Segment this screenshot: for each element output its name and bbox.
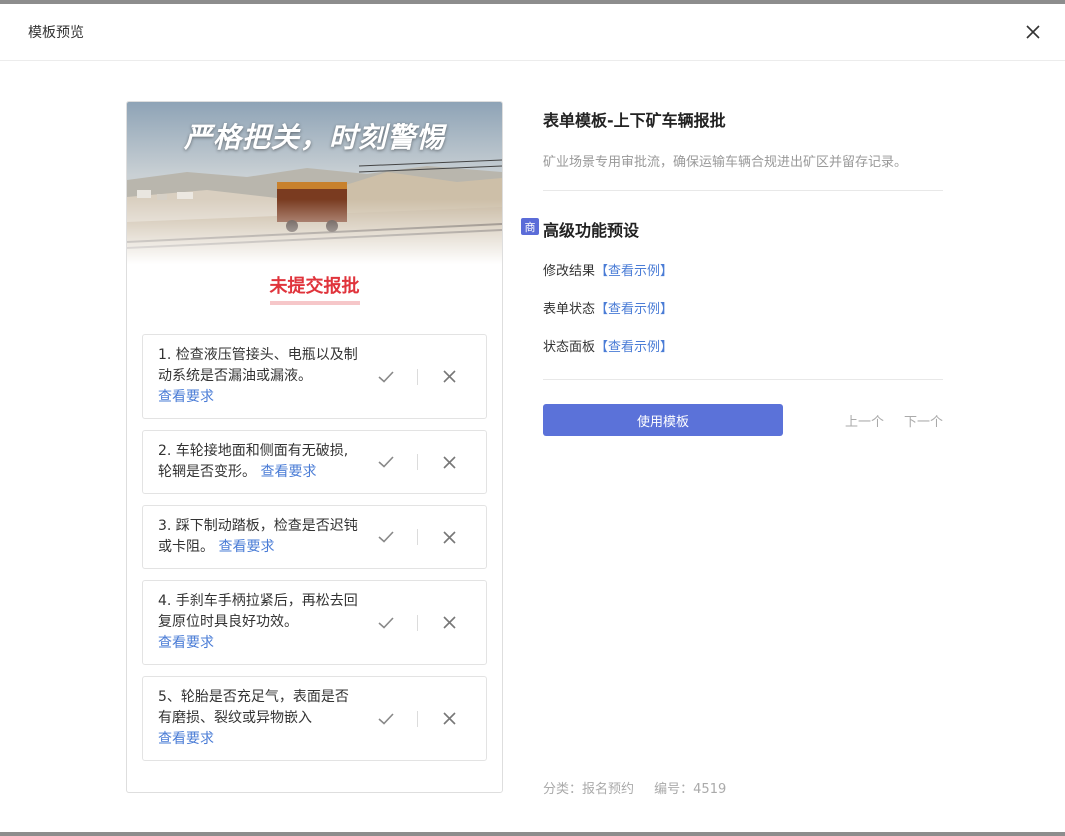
check-icon bbox=[378, 456, 394, 468]
check-icon bbox=[378, 370, 394, 383]
approve-button[interactable] bbox=[375, 526, 397, 548]
template-number: 编号：4519 bbox=[654, 782, 727, 797]
feature-form-status: 表单状态【查看示例】 bbox=[543, 298, 943, 317]
business-badge: 商 bbox=[521, 218, 539, 235]
reject-button[interactable] bbox=[438, 526, 460, 548]
close-icon bbox=[442, 712, 456, 725]
approve-button[interactable] bbox=[375, 366, 397, 388]
checklist-item-text: 1. 检查液压管接头、电瓶以及制动系统是否漏油或漏液。 bbox=[158, 347, 358, 384]
close-icon bbox=[442, 616, 456, 629]
approve-button[interactable] bbox=[375, 708, 397, 730]
close-icon bbox=[1026, 25, 1040, 39]
checklist-item-2: 2. 车轮接地面和侧面有无破损,轮辋是否变形。 查看要求 bbox=[142, 430, 487, 494]
view-requirement-link[interactable]: 查看要求 bbox=[218, 539, 274, 555]
checklist-item-3: 3. 踩下制动踏板，检查是否迟钝或卡阻。 查看要求 bbox=[142, 505, 487, 569]
divider bbox=[417, 368, 418, 385]
close-button[interactable] bbox=[1023, 22, 1043, 42]
template-preview-modal: 模板预览 严格把关，时刻警惕 未提交报批 1. 检查液压管接头、电瓶以及制动系统… bbox=[0, 4, 1065, 832]
modal-title: 模板预览 bbox=[28, 25, 84, 41]
template-info: 表单模板-上下矿车辆报批 矿业场景专用审批流，确保运输车辆合规进出矿区并留存记录… bbox=[521, 101, 943, 436]
divider bbox=[543, 379, 943, 380]
reject-button[interactable] bbox=[438, 451, 460, 473]
feature-label: 表单状态 bbox=[543, 302, 596, 317]
divider bbox=[417, 529, 418, 545]
feature-label: 修改结果 bbox=[543, 264, 596, 279]
reject-button[interactable] bbox=[438, 366, 460, 388]
checklist-item-4: 4. 手刹车手柄拉紧后，再松去回复原位时具良好功效。 查看要求 bbox=[142, 580, 487, 665]
template-meta: 分类：报名预约 编号：4519 bbox=[543, 778, 726, 797]
approve-button[interactable] bbox=[375, 451, 397, 473]
divider bbox=[417, 710, 418, 727]
check-icon bbox=[378, 616, 394, 629]
check-icon bbox=[378, 531, 394, 543]
checklist-item-text: 2. 车轮接地面和侧面有无破损,轮辋是否变形。 bbox=[158, 443, 349, 480]
close-icon bbox=[442, 455, 456, 469]
close-icon bbox=[442, 530, 456, 544]
view-example-link[interactable]: 【查看示例】 bbox=[595, 302, 673, 317]
actions-row: 使用模板 上一个 下一个 bbox=[543, 404, 943, 436]
close-icon bbox=[442, 370, 456, 383]
approve-button[interactable] bbox=[375, 612, 397, 634]
banner-image: 严格把关，时刻警惕 bbox=[127, 102, 502, 264]
template-title: 表单模板-上下矿车辆报批 bbox=[543, 111, 726, 130]
checklist-item-1: 1. 检查液压管接头、电瓶以及制动系统是否漏油或漏液。 查看要求 bbox=[142, 334, 487, 419]
feature-label: 状态面板 bbox=[543, 340, 596, 355]
checklist: 1. 检查液压管接头、电瓶以及制动系统是否漏油或漏液。 查看要求 2. 车轮接地… bbox=[127, 334, 502, 761]
section-title: 高级功能预设 bbox=[543, 221, 640, 240]
form-preview[interactable]: 严格把关，时刻警惕 未提交报批 1. 检查液压管接头、电瓶以及制动系统是否漏油或… bbox=[126, 101, 503, 793]
divider bbox=[417, 614, 418, 631]
divider bbox=[543, 190, 943, 191]
check-icon bbox=[378, 712, 394, 725]
view-example-link[interactable]: 【查看示例】 bbox=[595, 340, 673, 355]
divider bbox=[417, 454, 418, 470]
reject-button[interactable] bbox=[438, 708, 460, 730]
checklist-item-text: 5、轮胎是否充足气，表面是否有磨损、裂纹或异物嵌入 bbox=[158, 689, 349, 726]
checklist-item-text: 4. 手刹车手柄拉紧后，再松去回复原位时具良好功效。 bbox=[158, 593, 358, 630]
template-description: 矿业场景专用审批流，确保运输车辆合规进出矿区并留存记录。 bbox=[543, 155, 908, 170]
view-example-link[interactable]: 【查看示例】 bbox=[595, 264, 673, 279]
next-template-link[interactable]: 下一个 bbox=[904, 411, 943, 430]
category-label: 分类：报名预约 bbox=[543, 782, 635, 797]
banner-text: 严格把关，时刻警惕 bbox=[183, 121, 445, 154]
view-requirement-link[interactable]: 查看要求 bbox=[260, 464, 316, 480]
feature-modify-result: 修改结果【查看示例】 bbox=[543, 260, 943, 279]
view-requirement-link[interactable]: 查看要求 bbox=[158, 635, 214, 651]
advanced-features-heading: 商 高级功能预设 bbox=[521, 217, 943, 241]
view-requirement-link[interactable]: 查看要求 bbox=[158, 731, 214, 747]
use-template-button[interactable]: 使用模板 bbox=[543, 404, 783, 436]
view-requirement-link[interactable]: 查看要求 bbox=[158, 389, 214, 405]
feature-status-panel: 状态面板【查看示例】 bbox=[543, 336, 943, 355]
reject-button[interactable] bbox=[438, 612, 460, 634]
status-text: 未提交报批 bbox=[269, 272, 360, 305]
checklist-item-5: 5、轮胎是否充足气，表面是否有磨损、裂纹或异物嵌入 查看要求 bbox=[142, 676, 487, 761]
modal-header: 模板预览 bbox=[0, 4, 1065, 61]
previous-template-link[interactable]: 上一个 bbox=[845, 411, 884, 430]
